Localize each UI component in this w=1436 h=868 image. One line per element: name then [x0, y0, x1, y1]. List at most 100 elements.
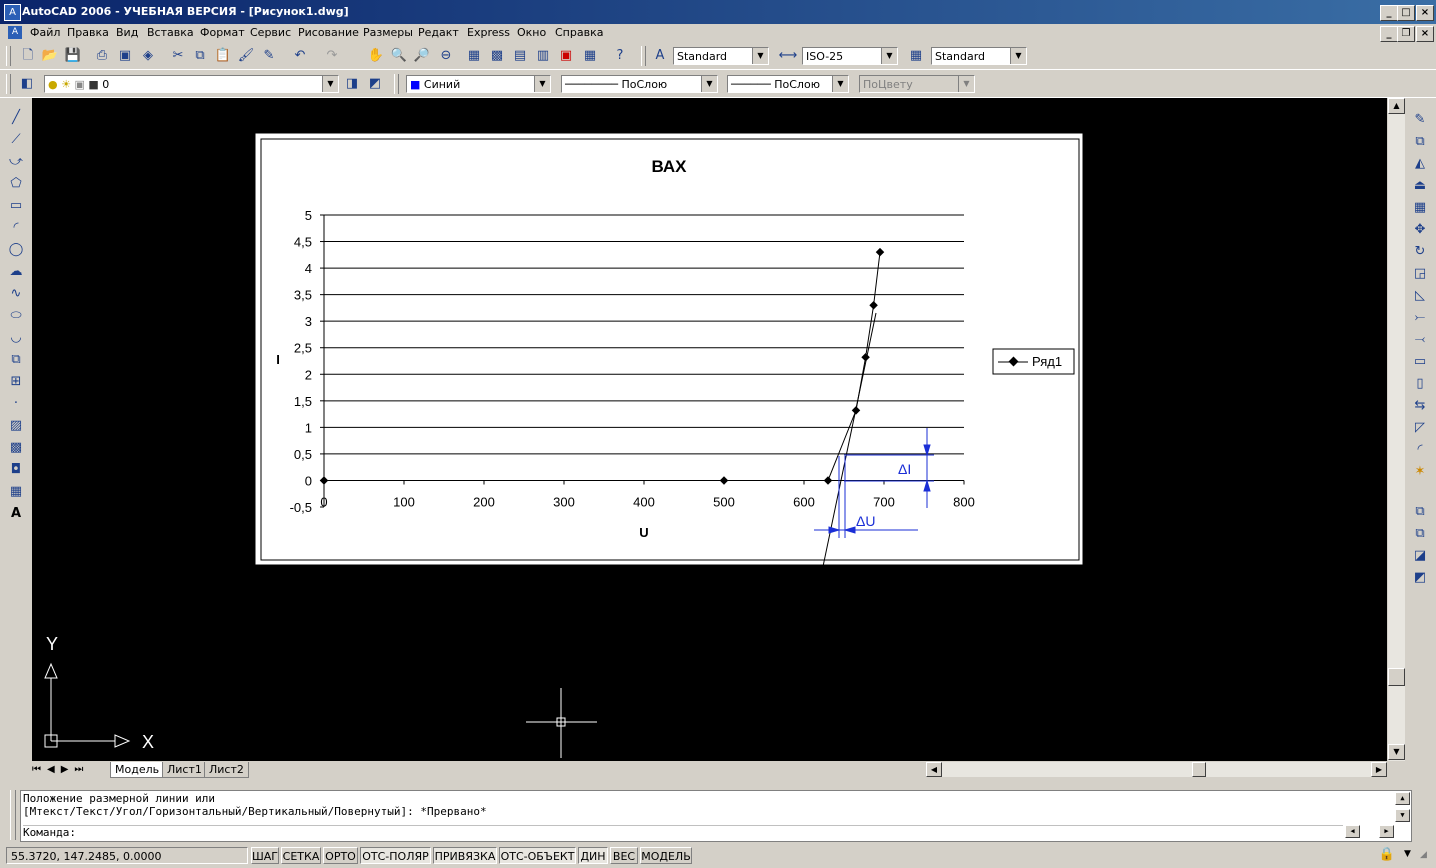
match-properties-icon[interactable]: 🖌	[236, 46, 256, 66]
document-icon[interactable]: A	[8, 26, 22, 39]
vertical-scrollbar[interactable]: ▲ ▼	[1388, 98, 1405, 761]
ellipse-arc-icon[interactable]: ◡	[7, 329, 25, 347]
cut-icon[interactable]: ✂	[168, 46, 188, 66]
tab-sheet1[interactable]: Лист1	[162, 762, 207, 778]
copy-object-icon[interactable]: ⧉	[1411, 133, 1429, 151]
rectangle-icon[interactable]: ▭	[7, 197, 25, 215]
menu-express[interactable]: Express	[467, 26, 510, 39]
tool-palettes-icon[interactable]: ▤	[510, 46, 530, 66]
table-style-select[interactable]: Standard ▼	[931, 47, 1027, 65]
scale-icon[interactable]: ◲	[1411, 265, 1429, 283]
make-layer-current-icon[interactable]: ◨	[342, 74, 362, 94]
h-scroll-thumb[interactable]	[1192, 762, 1206, 777]
text-style-icon[interactable]: A	[650, 46, 670, 66]
menu-help[interactable]: Справка	[555, 26, 603, 39]
zoom-realtime-icon[interactable]: 🔍	[389, 46, 409, 66]
resize-grip-icon[interactable]: ◢	[1420, 850, 1432, 862]
polyline-icon[interactable]: ⤻	[7, 153, 25, 171]
point-icon[interactable]: ·	[7, 395, 25, 413]
layer-select[interactable]: ● ☀ ▣ ■ 0 ▼	[44, 75, 339, 93]
coordinates-display[interactable]: 55.3720, 147.2485, 0.0000	[6, 847, 248, 864]
model-toggle[interactable]: МОДЕЛЬ	[640, 847, 692, 864]
gradient-icon[interactable]: ▩	[7, 439, 25, 457]
sheet-set-icon[interactable]: ▥	[533, 46, 553, 66]
menu-insert[interactable]: Вставка	[147, 26, 194, 39]
multiline-text-icon[interactable]: A	[7, 505, 25, 523]
minimize-button[interactable]: _	[1380, 5, 1398, 21]
doc-minimize-button[interactable]: _	[1380, 26, 1398, 42]
menu-modify[interactable]: Редакт	[418, 26, 459, 39]
lineweight-select[interactable]: ────── ПоСлою ▼	[727, 75, 849, 93]
tab-model[interactable]: Модель	[110, 762, 165, 778]
otrack-toggle[interactable]: ОТС-ОБЪЕКТ	[499, 847, 576, 864]
tab-navigation-arrows[interactable]: ⏮◀▶⏭	[32, 762, 89, 777]
doc-restore-button[interactable]: ❐	[1397, 26, 1415, 42]
horizontal-scrollbar[interactable]: ◀ ▶	[926, 762, 1387, 777]
toolbar-grip[interactable]	[641, 46, 646, 66]
explode-icon[interactable]: ✶	[1411, 463, 1429, 481]
snap-toggle[interactable]: ШАГ	[251, 847, 279, 864]
circle-icon[interactable]: ◯	[7, 241, 25, 259]
menu-edit[interactable]: Правка	[67, 26, 109, 39]
bring-above-icon[interactable]: ◪	[1411, 547, 1429, 565]
layer-manager-icon[interactable]: ◧	[17, 74, 37, 94]
calculator-icon[interactable]: ▦	[580, 46, 600, 66]
autocad-app-icon[interactable]: A	[4, 4, 21, 21]
print-preview-icon[interactable]: ▣	[115, 46, 135, 66]
scroll-up-icon[interactable]: ▲	[1388, 98, 1405, 114]
send-under-icon[interactable]: ◩	[1411, 569, 1429, 587]
extend-icon[interactable]: ⤙	[1411, 331, 1429, 349]
dimension-style-icon[interactable]: ⟷	[778, 46, 798, 66]
menu-window[interactable]: Окно	[517, 26, 546, 39]
text-style-select[interactable]: Standard ▼	[673, 47, 769, 65]
block-editor-icon[interactable]: ✎	[259, 46, 279, 66]
scroll-thumb[interactable]	[1388, 668, 1405, 686]
table-style-icon[interactable]: ▦	[906, 46, 926, 66]
paste-icon[interactable]: 📋	[213, 46, 233, 66]
toolbar-grip[interactable]	[6, 46, 11, 66]
send-to-back-icon[interactable]: ⧉	[1411, 525, 1429, 543]
stretch-icon[interactable]: ◺	[1411, 287, 1429, 305]
table-icon[interactable]: ▦	[7, 483, 25, 501]
insert-block-icon[interactable]: ⧉	[7, 351, 25, 369]
join-icon[interactable]: ⇆	[1411, 397, 1429, 415]
command-input[interactable]: Команда:	[23, 825, 1343, 839]
new-file-icon[interactable]: 🗋	[18, 46, 38, 66]
redo-icon[interactable]: ↷	[322, 46, 342, 66]
linetype-select[interactable]: ──────── ПоСлою ▼	[561, 75, 718, 93]
make-block-icon[interactable]: ⊞	[7, 373, 25, 391]
toolbar-grip[interactable]	[6, 74, 11, 94]
mirror-icon[interactable]: ◭	[1411, 155, 1429, 173]
break-icon[interactable]: ▯	[1411, 375, 1429, 393]
publish-icon[interactable]: ◈	[138, 46, 158, 66]
region-icon[interactable]: ◘	[7, 461, 25, 479]
properties-icon[interactable]: ▦	[464, 46, 484, 66]
break-at-point-icon[interactable]: ▭	[1411, 353, 1429, 371]
drawing-canvas[interactable]: ВАХ I U -0,5 0 0,5 1 1,5 2 2,5 3 3,5 4 4,5 5 0 100 20…	[32, 98, 1387, 761]
fillet-icon[interactable]: ◜	[1411, 441, 1429, 459]
spline-icon[interactable]: ∿	[7, 285, 25, 303]
close-button[interactable]: ×	[1416, 5, 1434, 21]
dim-style-select[interactable]: ISO-25 ▼	[802, 47, 898, 65]
hatch-icon[interactable]: ▨	[7, 417, 25, 435]
menu-tools[interactable]: Сервис	[250, 26, 291, 39]
cmd-scroll-up-icon[interactable]: ▲	[1395, 792, 1410, 805]
dyn-toggle[interactable]: ДИН	[578, 847, 608, 864]
ortho-toggle[interactable]: ОРТО	[323, 847, 358, 864]
copy-icon[interactable]: ⧉	[190, 46, 210, 66]
menu-view[interactable]: Вид	[116, 26, 138, 39]
revision-cloud-icon[interactable]: ☁	[7, 263, 25, 281]
undo-icon[interactable]: ↶	[290, 46, 310, 66]
polygon-icon[interactable]: ⬠	[7, 175, 25, 193]
zoom-previous-icon[interactable]: ⊖	[436, 46, 456, 66]
print-icon[interactable]: ⎙	[92, 46, 112, 66]
color-select[interactable]: ■ Синий ▼	[406, 75, 551, 93]
move-icon[interactable]: ✥	[1411, 221, 1429, 239]
trim-icon[interactable]: ⤚	[1411, 309, 1429, 327]
layer-previous-icon[interactable]: ◩	[365, 74, 385, 94]
ellipse-icon[interactable]: ⬭	[7, 307, 25, 325]
line-icon[interactable]: ╱	[7, 109, 25, 127]
osnap-toggle[interactable]: ПРИВЯЗКА	[433, 847, 497, 864]
rotate-icon[interactable]: ↻	[1411, 243, 1429, 261]
lineweight-toggle[interactable]: ВЕС	[610, 847, 638, 864]
